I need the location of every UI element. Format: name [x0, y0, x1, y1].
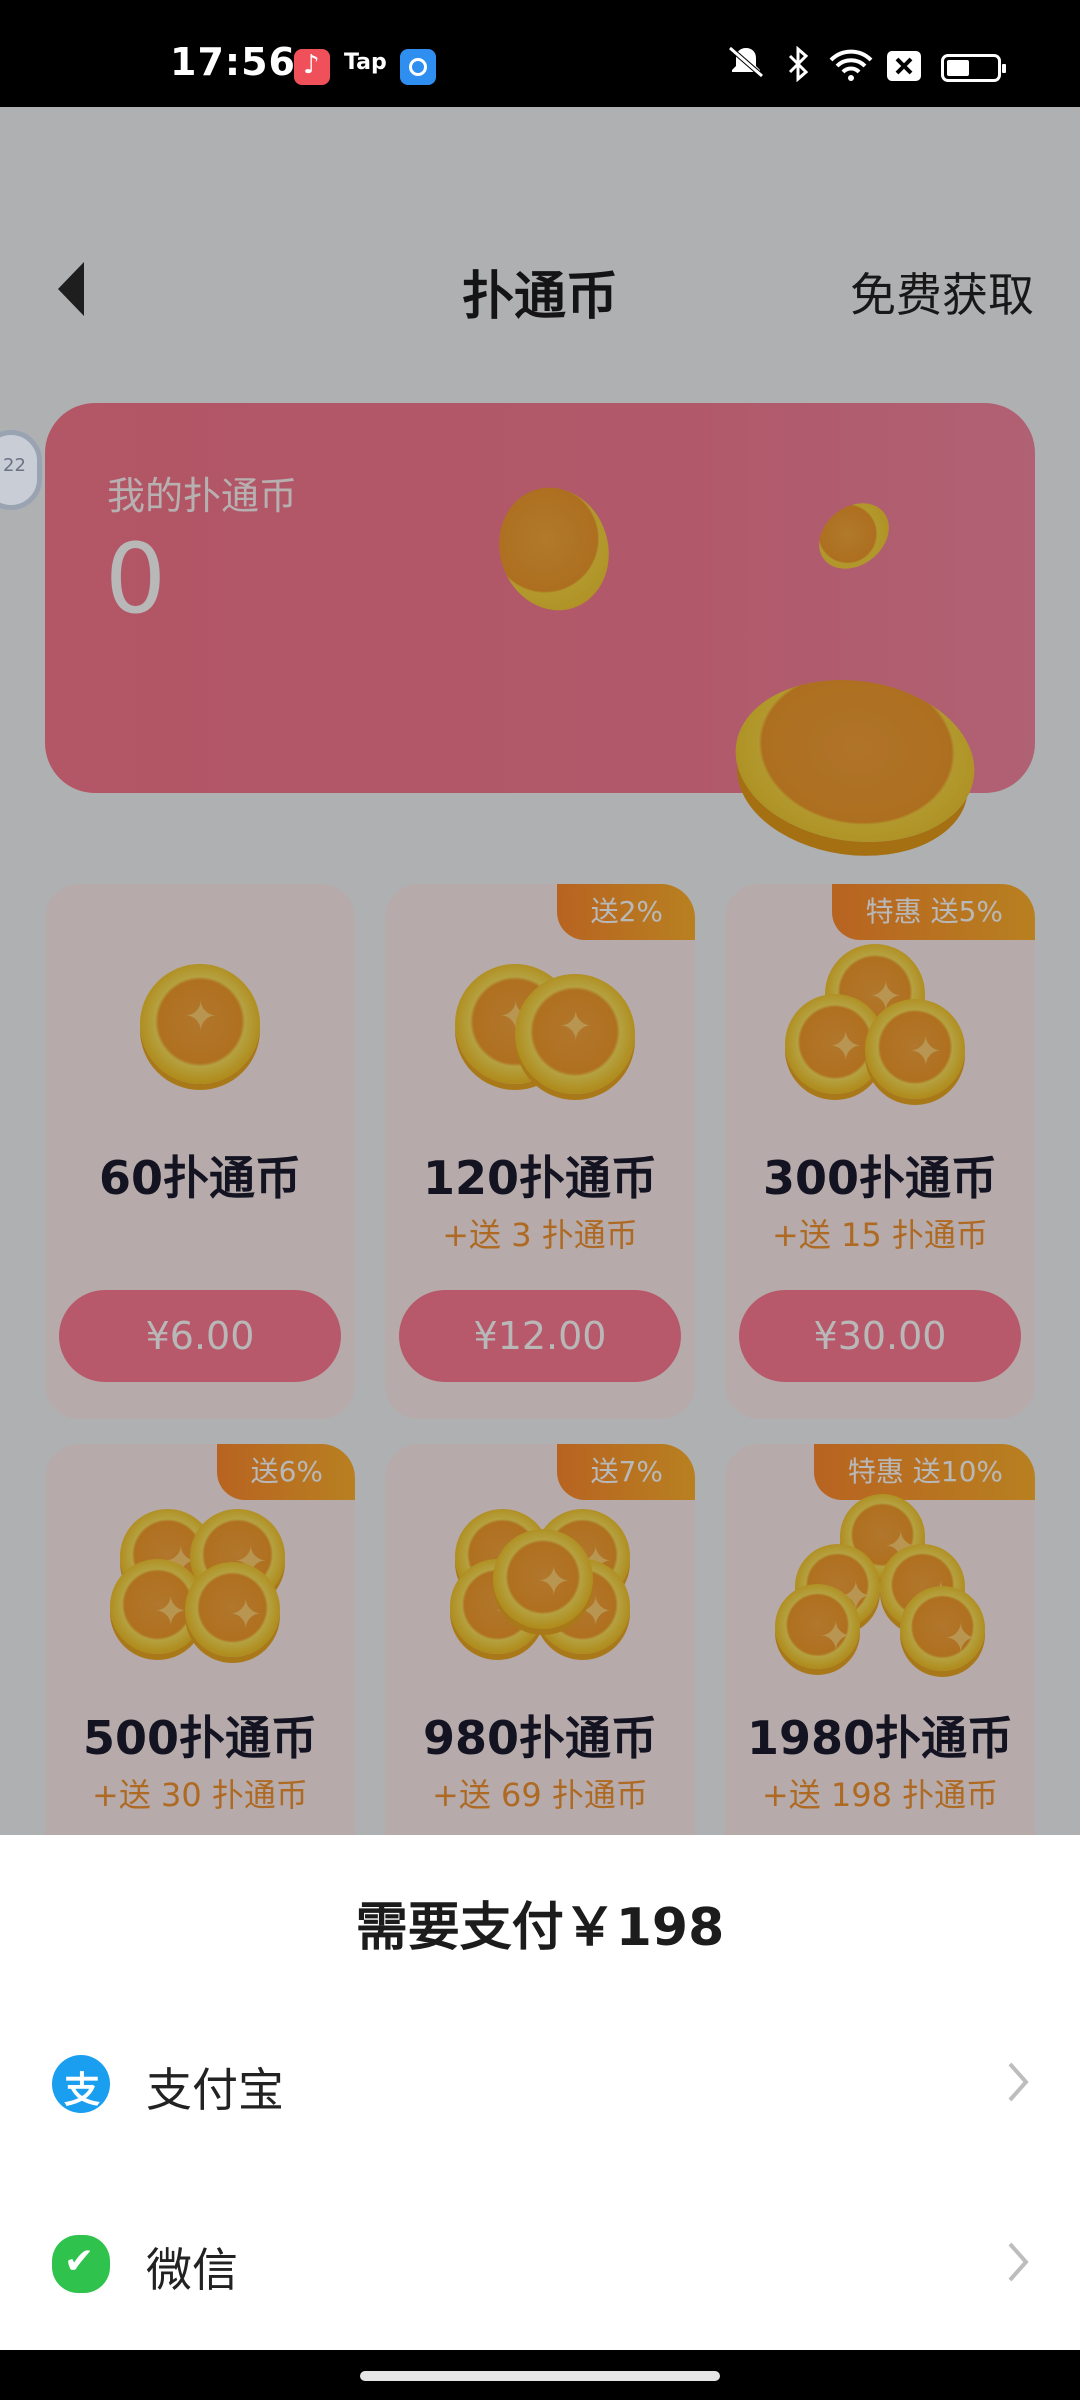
- status-bar: 17:56 Tap: [0, 0, 1080, 107]
- status-time: 17:56: [170, 40, 296, 84]
- payment-option-label: 微信: [146, 2243, 238, 2297]
- browser-app-icon: [400, 49, 436, 85]
- chevron-right-icon: [1006, 2238, 1030, 2296]
- tap-app-icon: Tap: [344, 50, 387, 75]
- bluetooth-icon: [786, 45, 812, 91]
- battery-icon: [941, 54, 1006, 82]
- music-app-icon: [294, 49, 330, 85]
- home-indicator[interactable]: [360, 2371, 720, 2381]
- mute-icon: [726, 44, 766, 89]
- wechat-option[interactable]: 微信: [0, 2184, 1080, 2344]
- modal-overlay[interactable]: [0, 107, 1080, 1835]
- alipay-icon: [52, 2055, 110, 2113]
- sim-off-icon: [886, 50, 922, 91]
- wechat-icon: [52, 2235, 110, 2293]
- payment-amount-title: 需要支付￥198: [355, 1898, 725, 1958]
- chevron-right-icon: [1006, 2058, 1030, 2116]
- wifi-icon: [828, 48, 874, 91]
- payment-sheet: 需要支付￥198 支付宝 微信: [0, 1835, 1080, 2350]
- alipay-option[interactable]: 支付宝: [0, 2004, 1080, 2164]
- payment-option-label: 支付宝: [146, 2063, 284, 2117]
